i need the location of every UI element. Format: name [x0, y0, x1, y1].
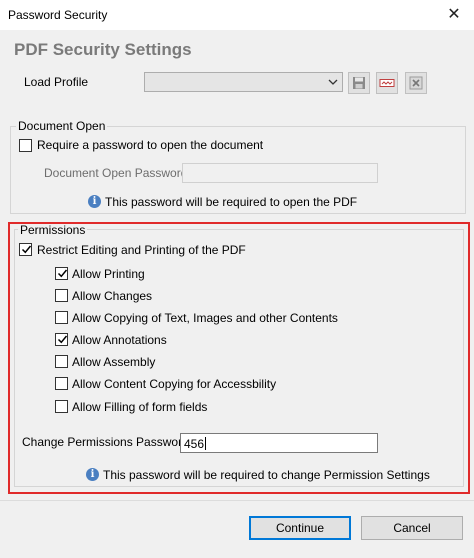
delete-profile-button[interactable] [405, 72, 427, 94]
document-open-info: This password will be required to open t… [105, 195, 358, 209]
allow-accessibility-copying-checkbox[interactable] [55, 377, 68, 390]
delete-icon [409, 76, 423, 90]
permissions-password-input[interactable]: 456 [180, 433, 378, 453]
checkmark-icon [57, 335, 68, 344]
close-icon[interactable]: ✕ [434, 0, 474, 30]
checkmark-icon [21, 245, 32, 254]
checkmark-icon [57, 269, 68, 278]
restrict-editing-checkbox[interactable] [19, 243, 32, 256]
allow-assembly-label: Allow Assembly [72, 355, 156, 369]
info-icon: i [88, 195, 101, 208]
text-caret [205, 437, 206, 450]
load-profile-dropdown[interactable] [144, 72, 343, 92]
page-title: PDF Security Settings [14, 40, 192, 59]
save-profile-button[interactable] [348, 72, 370, 94]
permissions-info: This password will be required to change… [103, 468, 430, 482]
window-title: Password Security [8, 8, 108, 22]
document-open-password-label: Document Open Password: [44, 166, 191, 180]
document-open-password-input[interactable] [182, 163, 378, 183]
allow-copying-checkbox[interactable] [55, 311, 68, 324]
allow-printing-label: Allow Printing [72, 267, 145, 281]
allow-annotations-checkbox[interactable] [55, 333, 68, 346]
allow-printing-checkbox[interactable] [55, 267, 68, 280]
cancel-button[interactable]: Cancel [361, 516, 463, 540]
edit-profile-button[interactable] [376, 72, 398, 94]
title-bar: Password Security ✕ [0, 0, 474, 30]
allow-accessibility-copying-label: Allow Content Copying for Accessbility [72, 377, 277, 391]
chevron-down-icon [328, 79, 338, 85]
permissions-password-value: 456 [184, 437, 205, 451]
allow-annotations-label: Allow Annotations [72, 333, 167, 347]
allow-changes-label: Allow Changes [72, 289, 153, 303]
allow-assembly-checkbox[interactable] [55, 355, 68, 368]
load-profile-label: Load Profile [24, 75, 89, 89]
info-icon: i [86, 468, 99, 481]
allow-form-filling-checkbox[interactable] [55, 400, 68, 413]
require-password-checkbox[interactable] [19, 139, 32, 152]
restrict-editing-label: Restrict Editing and Printing of the PDF [37, 243, 246, 257]
allow-copying-label: Allow Copying of Text, Images and other … [72, 311, 338, 325]
save-icon [353, 77, 365, 89]
permissions-password-label: Change Permissions Password: [22, 435, 193, 449]
allow-form-filling-label: Allow Filling of form fields [72, 400, 208, 414]
require-password-label: Require a password to open the document [37, 138, 264, 152]
edit-icon [379, 79, 395, 87]
allow-changes-checkbox[interactable] [55, 289, 68, 302]
permissions-legend: Permissions [18, 223, 88, 237]
continue-button[interactable]: Continue [249, 516, 351, 540]
document-open-legend: Document Open [16, 119, 108, 133]
